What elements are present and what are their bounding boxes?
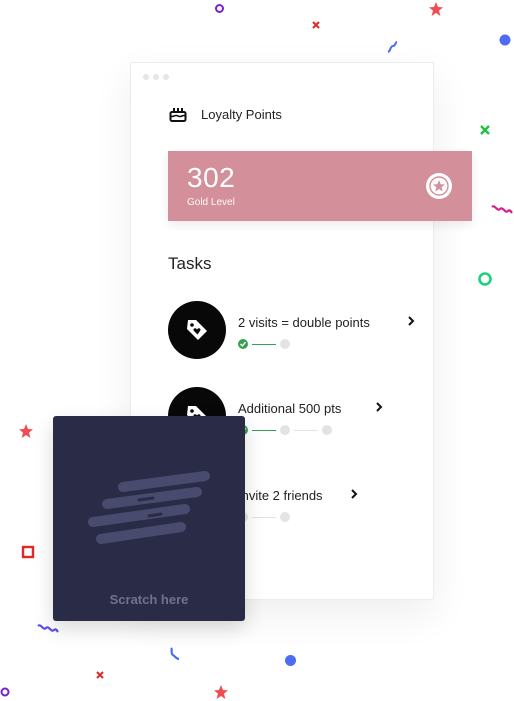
task-label: Additional 500 pts [238,401,342,416]
confetti-squiggle [170,647,180,661]
confetti-squiggle [491,205,513,214]
progress-step [280,512,290,522]
confetti-ring [478,272,492,286]
confetti-cross [96,671,104,679]
chevron-right-icon[interactable] [373,401,385,413]
progress-step [280,425,290,435]
progress-connector [294,429,318,431]
task-item[interactable]: 2 visits = double points [168,301,428,361]
confetti-ring [0,687,10,697]
confetti-star [429,2,443,16]
scratch-texture-icon [88,471,210,544]
task-progress [238,424,332,436]
confetti-cross [312,21,320,29]
heart-tag-icon [168,301,226,359]
check-icon [238,339,248,349]
cake-icon [169,108,187,122]
scratch-label: Scratch here [109,592,189,607]
scratch-card[interactable]: Scratch here [53,416,245,621]
confetti-star [214,685,228,699]
progress-step [322,425,332,435]
chevron-right-icon[interactable] [405,315,417,327]
task-label: 2 visits = double points [238,315,370,330]
task-label: Invite 2 friends [238,488,323,503]
card-title: Loyalty Points [201,106,282,122]
confetti-dot [285,655,296,666]
confetti-squiggle [37,624,59,633]
tasks-heading: Tasks [168,254,212,273]
star-icon[interactable] [426,173,452,199]
chevron-right-icon[interactable] [348,488,360,500]
confetti-ring [215,4,224,13]
points-value: 302 [187,162,236,193]
progress-step [280,339,290,349]
confetti-dot [499,34,511,46]
confetti-squiggle [387,41,398,53]
card-header: Loyalty Points [169,105,282,123]
points-level: Gold Level [187,197,235,208]
progress-connector [252,429,276,431]
confetti-square [21,545,35,559]
window-dots [143,74,169,80]
task-progress [238,338,290,350]
task-progress [238,511,290,523]
progress-connector [252,516,276,518]
confetti-star [19,424,33,438]
confetti-cross [480,125,490,135]
points-banner: 302 Gold Level [168,151,472,221]
progress-connector [252,343,276,345]
